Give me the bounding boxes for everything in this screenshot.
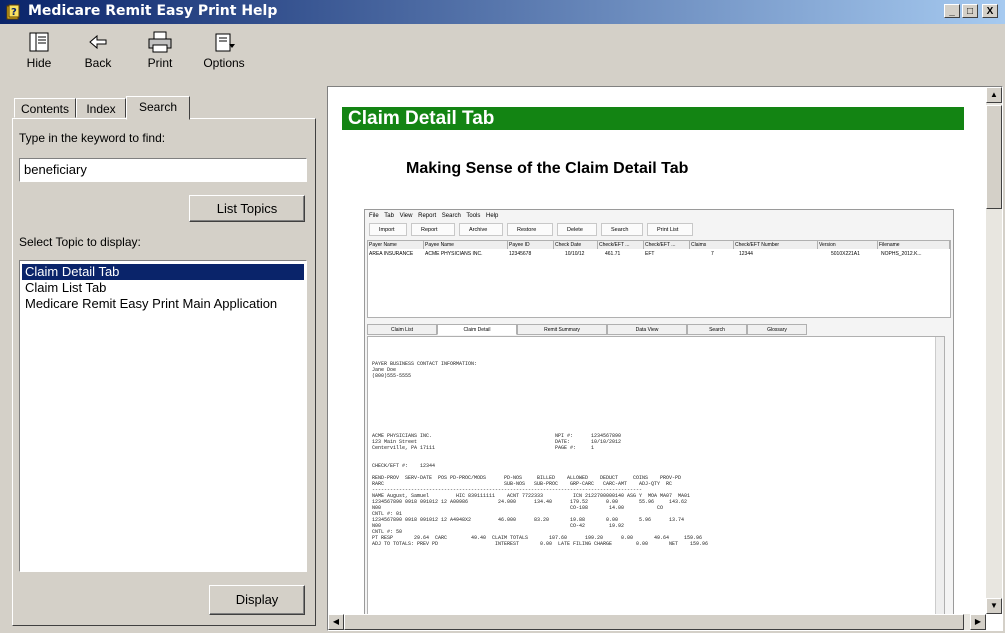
hide-label: Hide [26,56,52,70]
claim-detail-screenshot: File Tab View Report Search Tools Help I… [364,209,954,630]
col-check-eft-number: Check/EFT Number [734,241,818,249]
svg-text:?: ? [11,7,17,18]
col-payee-name: Payee Name [424,241,508,249]
cell: AREA INSURANCE [369,251,414,257]
embedded-import-button: Import [369,223,407,236]
cell: ACME PHYSICIANS INC. [425,251,483,257]
embedded-tab-search: Search [687,324,747,335]
scroll-up-button[interactable]: ▲ [986,87,1002,103]
col-check-eft-amount: Check/EFT ... [598,241,644,249]
col-payee-id: Payee ID [508,241,554,249]
hide-button[interactable]: Hide [17,28,61,80]
embedded-restore-button: Restore [507,223,553,236]
embedded-tab-remit-summary: Remit Summary [517,324,607,335]
back-button[interactable]: Back [76,28,120,80]
options-label: Options [203,56,245,70]
horizontal-scrollbar[interactable]: ◀ ▶ [328,614,986,630]
scroll-down-button[interactable]: ▼ [986,598,1002,614]
print-button[interactable]: Print [138,28,182,80]
remit-line: N00 CO-108 14.00 CO [372,505,664,511]
search-tab-panel: Type in the keyword to find: beneficiary… [12,118,316,626]
cell: 12344 [739,251,753,257]
close-button[interactable]: X [982,4,998,18]
scroll-right-button[interactable]: ▶ [970,614,986,630]
vertical-scroll-thumb[interactable] [986,105,1002,209]
topic-banner: Claim Detail Tab [342,107,964,130]
embedded-tabs: Claim List Claim Detail Remit Summary Da… [367,324,951,336]
embedded-tab-claim-list: Claim List [367,324,437,335]
tab-contents[interactable]: Contents [14,98,76,118]
cell: 10/10/12 [565,251,585,257]
horizontal-scroll-thumb[interactable] [344,614,964,630]
select-topic-label: Select Topic to display: [19,235,141,249]
embedded-delete-button: Delete [557,223,597,236]
topic-listbox[interactable]: Claim Detail Tab Claim List Tab Medicare… [19,260,307,572]
embedded-archive-button: Archive [459,223,503,236]
topic-content-pane: Claim Detail Tab Making Sense of the Cla… [327,86,1003,631]
printer-icon [148,31,172,53]
maximize-button[interactable]: □ [962,4,978,18]
embedded-tab-data-view: Data View [607,324,687,335]
tab-search[interactable]: Search [126,96,190,120]
cell: EFT [645,251,655,257]
topic-item-claim-list-tab[interactable]: Claim List Tab [22,280,304,296]
topic-item-claim-detail-tab[interactable]: Claim Detail Tab [22,264,304,280]
list-topics-button[interactable]: List Topics [189,195,305,222]
topic-item-main-application[interactable]: Medicare Remit Easy Print Main Applicati… [22,296,304,312]
remit-line: ADJ TO TOTALS: PREV PD INTEREST 0.00 LAT… [372,541,709,547]
help-book-icon: ? [6,4,20,20]
keyword-input[interactable]: beneficiary [19,158,307,182]
title-bar: ? Medicare Remit Easy Print Help _ □ X [0,0,1005,24]
back-arrow-icon [89,34,107,50]
embedded-toolbar: Import Report Archive Restore Delete Sea… [367,222,951,238]
embedded-search-button: Search [601,223,643,236]
embedded-menu-bar: File Tab View Report Search Tools Help [369,213,499,219]
cell: 5010X221A1 [831,251,860,257]
col-check-date: Check Date [554,241,598,249]
cell: 12345678 [509,251,532,257]
col-version: Version [818,241,878,249]
tab-index[interactable]: Index [76,98,126,118]
toolbar: Hide Back Print Options [0,24,1005,84]
col-check-eft-type: Check/EFT ... [644,241,690,249]
options-icon [215,33,235,52]
col-filename: Filename [878,241,950,249]
embedded-doc-scrollbar [935,337,944,630]
col-claims: Claims [690,241,734,249]
cell: 7 [711,251,714,257]
back-label: Back [84,56,112,70]
cell: NOPHS_2012.K... [881,251,922,257]
remit-document-text: PAYER BUSINESS CONTACT INFORMATION: Jane … [372,361,708,547]
embedded-report-button: Report [411,223,455,236]
embedded-print-list-button: Print List [647,223,693,236]
navigation-pane: Contents Index Search Type in the keywor… [0,86,322,633]
embedded-remit-document: PAYER BUSINESS CONTACT INFORMATION: Jane … [367,336,945,630]
topic-subheading: Making Sense of the Claim Detail Tab [406,160,689,177]
embedded-tab-glossary: Glossary [747,324,807,335]
keyword-label: Type in the keyword to find: [19,131,166,145]
embedded-claim-grid: Payer Name Payee Name Payee ID Check Dat… [367,240,951,318]
minimize-button[interactable]: _ [944,4,960,18]
vertical-scrollbar[interactable]: ▲ ▼ [986,87,1002,614]
embedded-tab-claim-detail: Claim Detail [437,324,517,335]
window-title: Medicare Remit Easy Print Help [28,3,278,19]
cell: 461.71 [605,251,621,257]
print-label: Print [147,56,173,70]
hide-icon [29,32,49,52]
scroll-left-button[interactable]: ◀ [328,614,344,630]
col-payer-name: Payer Name [368,241,424,249]
options-button[interactable]: Options [198,28,250,80]
display-button[interactable]: Display [209,585,305,615]
